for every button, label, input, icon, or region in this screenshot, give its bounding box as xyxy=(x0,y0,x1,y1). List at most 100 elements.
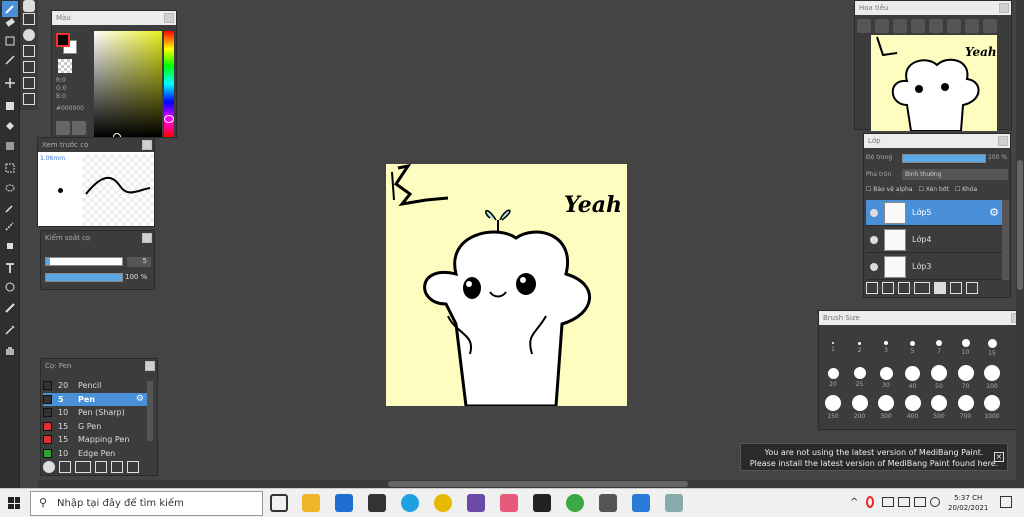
eye-icon[interactable] xyxy=(870,235,878,244)
drawing-canvas[interactable]: Yeah xyxy=(386,163,627,408)
network-icon[interactable] xyxy=(882,497,894,507)
rotate-right-icon[interactable] xyxy=(965,19,979,33)
color-wheel-icon[interactable] xyxy=(72,121,86,135)
medibang-icon[interactable] xyxy=(665,494,683,512)
blend-mode-select[interactable]: Bình thường xyxy=(902,169,1008,180)
navigator-thumbnail[interactable]: Yeah xyxy=(871,35,997,132)
protect-alpha-checkbox[interactable]: ☐ Bảo vệ alpha xyxy=(866,186,912,193)
select-eraser-tool-icon[interactable] xyxy=(2,238,18,254)
brush-list-scrollbar[interactable] xyxy=(147,381,153,441)
horizontal-scrollbar[interactable] xyxy=(38,480,1016,488)
export-icon[interactable] xyxy=(23,13,35,25)
app-icon-2[interactable] xyxy=(500,494,518,512)
brush-dropdown-icon[interactable] xyxy=(75,461,91,473)
chevron-up-icon[interactable]: ^ xyxy=(850,497,858,508)
hue-cursor[interactable] xyxy=(164,115,174,123)
new-layer-icon[interactable] xyxy=(866,282,878,294)
opera-icon[interactable] xyxy=(866,496,874,508)
brush-size-option[interactable]: 25 xyxy=(848,361,872,388)
horizontal-scroll-thumb[interactable] xyxy=(388,481,688,487)
close-icon[interactable] xyxy=(998,136,1008,146)
eraser-tool-icon[interactable] xyxy=(2,14,18,30)
text-tool-icon[interactable] xyxy=(2,260,18,276)
battery-icon[interactable] xyxy=(898,497,910,507)
brush-list-item[interactable]: 20 Pencil xyxy=(43,379,147,392)
panel-icon[interactable] xyxy=(23,93,35,105)
brush-size-option[interactable]: 500 xyxy=(927,391,951,420)
brush-size-option[interactable]: 3 xyxy=(874,331,898,357)
layer-settings-icon[interactable] xyxy=(966,282,978,294)
fit-icon[interactable] xyxy=(893,19,907,33)
cloud-icon[interactable] xyxy=(23,0,35,12)
move-tool-icon[interactable] xyxy=(2,75,18,91)
duplicate-layer-icon[interactable] xyxy=(950,282,962,294)
page-icon[interactable] xyxy=(23,61,35,73)
new-halftone-layer-icon[interactable] xyxy=(882,282,894,294)
gradient-tool-icon[interactable] xyxy=(2,138,18,154)
app-icon-4[interactable] xyxy=(566,494,584,512)
brush-size-option[interactable]: 5 xyxy=(901,331,925,357)
select-tool-icon[interactable] xyxy=(2,160,18,176)
brush-size-option[interactable]: 40 xyxy=(901,361,925,390)
brush-size-option[interactable]: 10 xyxy=(954,331,978,357)
layer-scrollbar[interactable] xyxy=(1002,200,1009,280)
brush-size-option[interactable]: 20 xyxy=(821,361,845,388)
vertical-scroll-thumb[interactable] xyxy=(1017,160,1023,290)
brush-size-option[interactable]: 200 xyxy=(848,391,872,420)
hand-tool-icon[interactable] xyxy=(2,342,18,358)
divide-tool-icon[interactable] xyxy=(2,300,18,316)
brush-list-item[interactable]: 10 Pen (Sharp) xyxy=(43,406,147,419)
close-icon[interactable]: × xyxy=(994,452,1004,462)
reset-icon[interactable] xyxy=(983,19,997,33)
photos-icon[interactable] xyxy=(632,494,650,512)
camera-icon[interactable] xyxy=(599,494,617,512)
zoom-out-icon[interactable] xyxy=(911,19,925,33)
brush-size-option[interactable]: 300 xyxy=(874,391,898,420)
close-icon[interactable] xyxy=(142,140,152,150)
file-explorer-icon[interactable] xyxy=(302,494,320,512)
zoom-in-icon[interactable] xyxy=(857,19,871,33)
brush-size-option[interactable]: 7 xyxy=(927,331,951,357)
brush-size-option[interactable]: 30 xyxy=(874,361,898,389)
brush-size-option[interactable]: 700 xyxy=(954,391,978,420)
saturation-value-picker[interactable] xyxy=(94,31,162,137)
add-brush-icon[interactable] xyxy=(59,461,71,473)
layer-row[interactable]: Lớp3 xyxy=(866,254,1002,280)
close-icon[interactable] xyxy=(164,13,174,23)
mail-icon[interactable] xyxy=(335,494,353,512)
material-icon[interactable] xyxy=(23,77,35,89)
rectangle-tool-icon[interactable] xyxy=(2,33,18,49)
brush-list-item[interactable]: 15 G Pen xyxy=(43,420,147,433)
brush-list-item[interactable]: 10 Edge Pen xyxy=(43,447,147,460)
folder-icon[interactable] xyxy=(111,461,123,473)
lock-checkbox[interactable]: ☐ Khóa xyxy=(955,186,977,193)
gear-icon[interactable]: ⚙ xyxy=(989,206,999,219)
brush-size-value[interactable]: 5 xyxy=(127,257,151,267)
magic-wand-tool-icon[interactable] xyxy=(2,200,18,216)
clip-checkbox[interactable]: ☐ Xén bớt xyxy=(918,186,948,193)
select-pen-tool-icon[interactable] xyxy=(2,218,18,234)
brush-size-option[interactable]: 15 xyxy=(980,331,1004,357)
brush-settings-icon[interactable] xyxy=(95,461,107,473)
foreground-color-swatch[interactable] xyxy=(56,33,70,47)
brush-list-item[interactable]: 15 Mapping Pen xyxy=(43,433,147,446)
fill-rect-tool-icon[interactable] xyxy=(2,98,18,114)
brush-list-item[interactable]: 5 Pen ⚙ xyxy=(43,392,147,406)
comment-icon[interactable] xyxy=(23,29,35,41)
cloud-brush-icon[interactable] xyxy=(43,461,55,473)
brush-size-option[interactable]: 150 xyxy=(821,391,845,420)
palette-icon[interactable] xyxy=(56,121,70,135)
layer-row[interactable]: Lớp5 ⚙ xyxy=(866,200,1002,226)
app-icon-1[interactable] xyxy=(467,494,485,512)
eye-icon[interactable] xyxy=(870,262,878,271)
chrome-icon[interactable] xyxy=(434,494,452,512)
brush-size-option[interactable]: 2 xyxy=(848,331,872,357)
brush-opacity-slider[interactable] xyxy=(45,273,123,282)
app-icon-3[interactable] xyxy=(533,494,551,512)
bucket-tool-icon[interactable] xyxy=(2,118,18,134)
edge-icon[interactable] xyxy=(401,494,419,512)
store-icon[interactable] xyxy=(368,494,386,512)
scroll-icon[interactable] xyxy=(875,19,889,33)
update-notice[interactable]: You are not using the latest version of … xyxy=(740,443,1008,471)
frame-icon[interactable] xyxy=(23,45,35,57)
